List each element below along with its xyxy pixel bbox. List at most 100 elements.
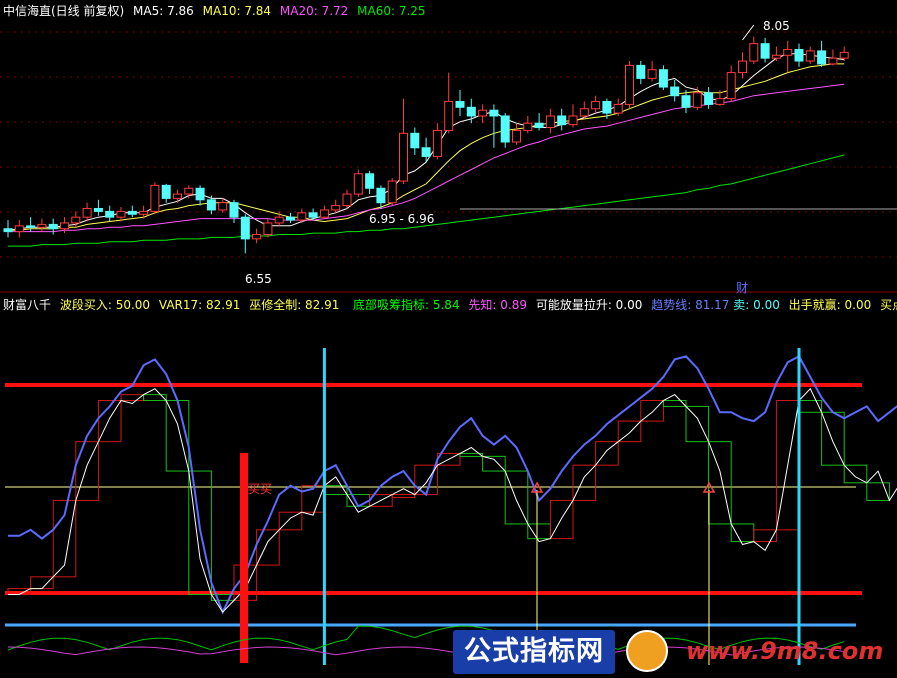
candle-up (432, 129, 442, 157)
candle-up (274, 216, 284, 224)
candle-up (568, 115, 578, 126)
stair-box-down (843, 464, 868, 484)
stock-title: 中信海直(日线 前复权) (3, 4, 125, 18)
candle-up (218, 202, 228, 211)
ma20-readout: MA20: 7.72 (279, 4, 349, 18)
candle-down (365, 173, 375, 189)
candle-up (828, 57, 838, 65)
candle-down (466, 106, 476, 117)
dbxc-readout: 底部吸筹指标: 5.84 (353, 298, 460, 312)
candle-down (658, 69, 668, 88)
candle-up (625, 64, 634, 105)
candle-up (545, 115, 555, 129)
candle-up (738, 60, 747, 74)
candle-down (489, 109, 499, 117)
candle-up (613, 103, 623, 114)
buy-bar (240, 453, 248, 663)
candle-down (421, 147, 431, 157)
candle-up (512, 129, 521, 143)
candle-down (681, 95, 691, 108)
candle-down (557, 115, 567, 126)
candle-down (670, 86, 680, 97)
ma60-line (8, 154, 845, 247)
candle-up (331, 205, 341, 211)
low-label: 6.55 (245, 272, 272, 286)
candle-down (534, 122, 544, 129)
candle-up (523, 122, 533, 131)
candle-down (636, 64, 646, 79)
candle-up (783, 48, 793, 56)
watermark-url: www.9m8.com (686, 637, 884, 665)
candle-down (161, 184, 171, 199)
candle-up (353, 173, 363, 195)
candle-down (704, 92, 714, 105)
stair-box-down (708, 441, 732, 525)
cai-marker: 财 (736, 281, 749, 295)
candle-up (82, 207, 92, 218)
mai-readout: 卖: 0.00 (733, 298, 780, 312)
watermark-text: 公式指标网 (464, 636, 604, 667)
candle-up (60, 222, 69, 230)
candle-up (116, 210, 126, 218)
watermark-box: 公式指标网 (453, 630, 615, 674)
stair-box-up (75, 441, 99, 501)
candle-up (184, 187, 194, 195)
candle-up (749, 43, 759, 62)
stair-box-up (30, 576, 54, 590)
candle-up (771, 54, 781, 59)
candle-up (150, 184, 160, 212)
candle-up (342, 193, 352, 207)
lower-header: 财富八千 波段买入: 50.00 VAR17: 82.91 巫修全制: 82.9… (3, 296, 339, 313)
candle-up (591, 101, 601, 110)
stair-box-down (685, 405, 710, 443)
knflls-readout: 可能放量拉升: 0.00 (535, 298, 643, 312)
candle-down (286, 216, 295, 221)
candle-up (647, 69, 657, 79)
candle-down (455, 101, 465, 108)
stair-box-up (256, 529, 280, 566)
candle-up (37, 223, 47, 228)
candle-up (297, 212, 307, 221)
stair-box-down (527, 523, 551, 540)
candle-up (399, 132, 408, 182)
ma5-readout: MA5: 7.86 (133, 4, 194, 18)
high-label: 8.05 (763, 19, 790, 33)
mdzb-readout: 买点准备: (880, 298, 897, 312)
buy-label: 买买 (248, 482, 273, 496)
candle-up (139, 210, 149, 215)
candle-down (817, 50, 827, 65)
stair-box-down (730, 523, 755, 543)
candle-up (579, 108, 589, 117)
stair-box-up (278, 511, 303, 531)
cs-readout: 出手就赢: 0.00 (788, 298, 872, 312)
indicator-name: 财富八千 (3, 298, 52, 312)
candle-down (127, 210, 137, 215)
watermark-logo-icon (626, 630, 668, 672)
stair-box-up (391, 494, 416, 499)
high-pointer (742, 24, 755, 41)
range-label: 6.95 - 6.96 (369, 212, 435, 226)
candle-up (173, 193, 182, 199)
candle-down (500, 115, 510, 143)
bd-readout: 波段买入: 50.00 (59, 298, 151, 312)
chart-root: 中信海直(日线 前复权) MA5: 7.86 MA10: 7.84 MA20: … (0, 0, 897, 678)
candle-up (839, 51, 849, 59)
candle-down (308, 212, 318, 218)
upper-header: 中信海直(日线 前复权) MA5: 7.86 MA10: 7.84 MA20: … (3, 2, 426, 19)
candle-down (93, 207, 103, 212)
candle-up (726, 72, 736, 100)
candle-up (263, 222, 273, 236)
candle-down (602, 101, 612, 114)
candle-up (319, 209, 329, 218)
candle-down (376, 187, 386, 204)
stair-box-up (572, 464, 597, 501)
candle-up (252, 234, 262, 240)
candle-up (805, 50, 815, 62)
candle-up (478, 109, 488, 117)
candle-down (229, 202, 239, 218)
var17-readout: VAR17: 82.91 (158, 298, 241, 312)
stair-box-up (595, 441, 619, 466)
candle-down (794, 48, 804, 62)
indicator-line-white (8, 387, 897, 613)
candle-up (444, 101, 454, 131)
